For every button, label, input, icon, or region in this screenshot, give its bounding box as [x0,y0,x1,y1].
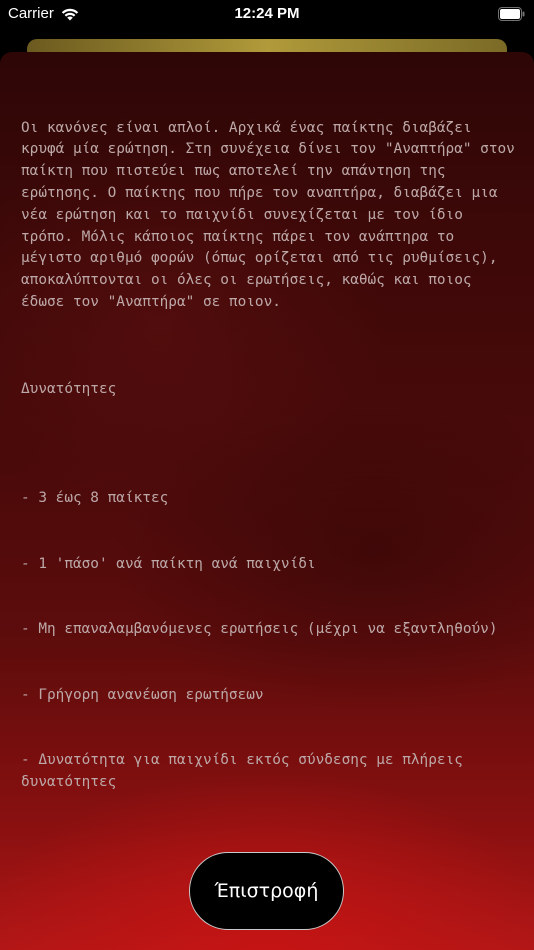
list-item: - 3 έως 8 παίκτες [21,490,169,507]
list-item: - Δυνατότητα για παιχνίδι εκτός σύνδεσης… [21,751,472,790]
features-title: Δυνατότητες [21,381,117,398]
list-item: - 1 'πάσο' ανά παίκτη ανά παιχνίδι [21,555,316,572]
screen: Carrier 12:24 PM Οι κανόνες είναι απλοί.… [0,0,534,950]
back-button[interactable]: Έπιστροφή [189,852,344,930]
status-time: 12:24 PM [234,5,300,22]
list-item: - Μη επαναλαμβανόμενες ερωτήσεις (μέχρι … [21,621,498,638]
list-item: - Γρήγορη ανανέωση ερωτήσεων [21,686,264,703]
rules-text: Οι κανόνες είναι απλοί. Αρχικά ένας παίκ… [21,74,517,881]
features-list: - 3 έως 8 παίκτες - 1 'πάσο' ανά παίκτη … [21,445,517,837]
battery-icon [498,7,525,21]
status-bar: Carrier 12:24 PM [0,0,534,30]
rules-paragraph: Οι κανόνες είναι απλοί. Αρχικά ένας παίκ… [21,119,524,310]
rules-sheet: Οι κανόνες είναι απλοί. Αρχικά ένας παίκ… [0,52,534,950]
